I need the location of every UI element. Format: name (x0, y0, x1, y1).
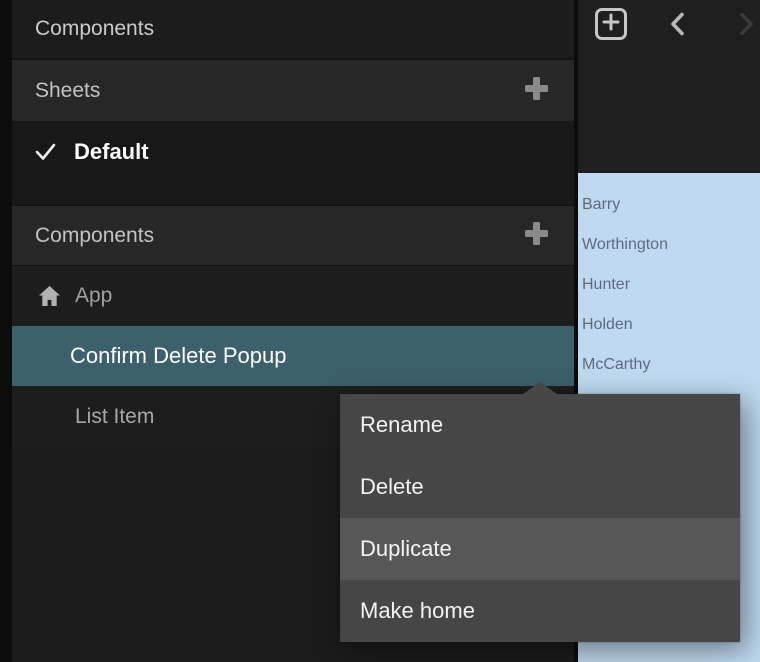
list-item: Worthington (582, 225, 760, 265)
chevron-right-icon (739, 12, 755, 41)
components-panel-header: Components (12, 0, 574, 60)
menu-item-duplicate[interactable]: Duplicate (340, 518, 740, 580)
list-item-text: Holden (582, 316, 633, 334)
sheets-list: Default (12, 121, 574, 205)
context-menu-arrow (523, 382, 557, 394)
menu-item-make-home[interactable]: Make home (340, 580, 740, 642)
list-item-text: Barry (582, 196, 620, 214)
back-button[interactable] (666, 13, 688, 39)
component-item-confirm-delete-popup[interactable]: Confirm Delete Popup (12, 326, 574, 386)
component-item-label: App (75, 284, 112, 308)
list-item: Barry (582, 185, 760, 225)
add-page-button[interactable] (595, 8, 627, 40)
sheets-section-title: Sheets (12, 79, 100, 103)
home-icon (38, 285, 61, 307)
forward-button[interactable] (736, 13, 758, 39)
list-item: Hunter (582, 265, 760, 305)
chevron-left-icon (669, 12, 685, 41)
list-item-text: Worthington (582, 236, 668, 254)
menu-item-delete[interactable]: Delete (340, 456, 740, 518)
components-section-title: Components (12, 224, 154, 248)
add-component-button[interactable] (516, 216, 556, 256)
list-item: Holden (582, 305, 760, 345)
sheet-item-default[interactable]: Default (12, 121, 574, 183)
plus-icon (525, 222, 548, 250)
component-item-label: Confirm Delete Popup (12, 343, 286, 369)
check-icon (35, 143, 56, 161)
sheets-section-header: Sheets (12, 60, 574, 121)
sheet-item-label: Default (74, 139, 149, 165)
add-sheet-button[interactable] (516, 71, 556, 111)
component-item-app[interactable]: App (12, 266, 574, 326)
app-window: Components Sheets Defaul (0, 0, 760, 662)
context-menu: Rename Delete Duplicate Make home (340, 394, 740, 642)
list-item-text: Hunter (582, 276, 630, 294)
plus-box-icon (602, 13, 620, 36)
menu-item-rename[interactable]: Rename (340, 394, 740, 456)
components-panel-title: Components (12, 17, 154, 41)
component-item-label: List Item (12, 405, 154, 429)
list-item-text: McCarthy (582, 356, 650, 374)
preview-toolbar (578, 0, 760, 173)
left-edge-strip (0, 0, 12, 662)
plus-icon (525, 77, 548, 105)
list-item: McCarthy (582, 345, 760, 385)
components-section-header: Components (12, 205, 574, 266)
